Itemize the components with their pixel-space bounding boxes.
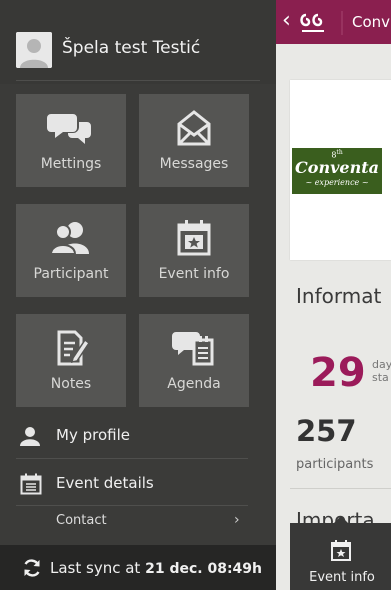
tile-label: Messages <box>159 156 229 172</box>
conventa-logo: 8th Conventa ~ experience ~ <box>292 148 382 194</box>
sync-bar[interactable]: Last sync at 21 dec. 08:49h <box>0 545 276 590</box>
top-bar: ‹ Conv <box>276 0 391 44</box>
contact-label: Contact <box>56 513 107 528</box>
avatar <box>16 32 52 68</box>
tile-label: Event info <box>158 266 230 282</box>
divider <box>290 488 391 489</box>
main-content: ‹ Conv 8th Conventa ~ experience ~ Infor… <box>276 0 391 590</box>
profile-name: Špela test Testić <box>62 38 201 58</box>
tile-notes[interactable]: Notes <box>16 314 126 407</box>
back-icon[interactable]: ‹ <box>282 8 291 33</box>
tile-label: Agenda <box>167 376 221 392</box>
sync-status: Last sync at 21 dec. 08:49h <box>50 559 262 577</box>
envelope-icon <box>139 108 249 148</box>
logo-name: Conventa <box>295 158 379 177</box>
sidebar: Špela test Testić Mettings Messages Part… <box>0 0 276 590</box>
tile-participant[interactable]: Participant <box>16 204 126 297</box>
notes-pencil-icon <box>16 328 126 368</box>
tile-label: Mettings <box>40 156 102 172</box>
tile-event-info[interactable]: Event info <box>139 204 249 297</box>
tab-label: Event info <box>309 570 375 585</box>
refresh-icon <box>22 558 42 582</box>
tile-agenda[interactable]: Agenda <box>139 314 249 407</box>
profile-header[interactable]: Špela test Testić <box>0 0 276 84</box>
menu-item-event-details[interactable]: Event details <box>0 460 276 508</box>
participants-value: 257 <box>296 414 357 448</box>
days-label: day sta <box>372 358 391 384</box>
tile-messages[interactable]: Messages <box>139 94 249 187</box>
app-logo-icon[interactable] <box>298 9 346 41</box>
tile-label: Participant <box>33 266 109 282</box>
divider <box>16 80 260 81</box>
section-title: Informat <box>296 284 382 308</box>
participants-label: participants <box>296 457 374 472</box>
menu-item-my-profile[interactable]: My profile <box>0 412 276 460</box>
person-icon <box>20 426 40 450</box>
divider <box>16 505 248 506</box>
event-banner[interactable]: 8th Conventa ~ experience ~ <box>290 80 391 260</box>
sync-datetime: 21 dec. 08:49h <box>145 561 262 577</box>
agenda-chat-icon <box>139 328 249 368</box>
menu-label: Event details <box>56 474 154 492</box>
chevron-right-icon: › <box>234 512 240 528</box>
calendar-list-icon <box>20 473 42 499</box>
logo-sub: ~ experience ~ <box>305 178 369 187</box>
chat-bubbles-icon <box>16 108 126 148</box>
calendar-star-icon <box>139 218 249 258</box>
tile-meetings[interactable]: Mettings <box>16 94 126 187</box>
app-title: Conv <box>352 13 391 31</box>
menu-label: My profile <box>56 426 130 444</box>
tile-label: Notes <box>50 376 92 392</box>
tab-notch <box>334 516 348 523</box>
tab-event-info[interactable]: Event info <box>290 516 391 590</box>
calendar-star-icon <box>330 539 352 565</box>
people-icon <box>16 218 126 258</box>
sync-prefix: Last sync at <box>50 559 141 577</box>
days-value: 29 <box>310 350 366 396</box>
divider <box>16 458 248 459</box>
